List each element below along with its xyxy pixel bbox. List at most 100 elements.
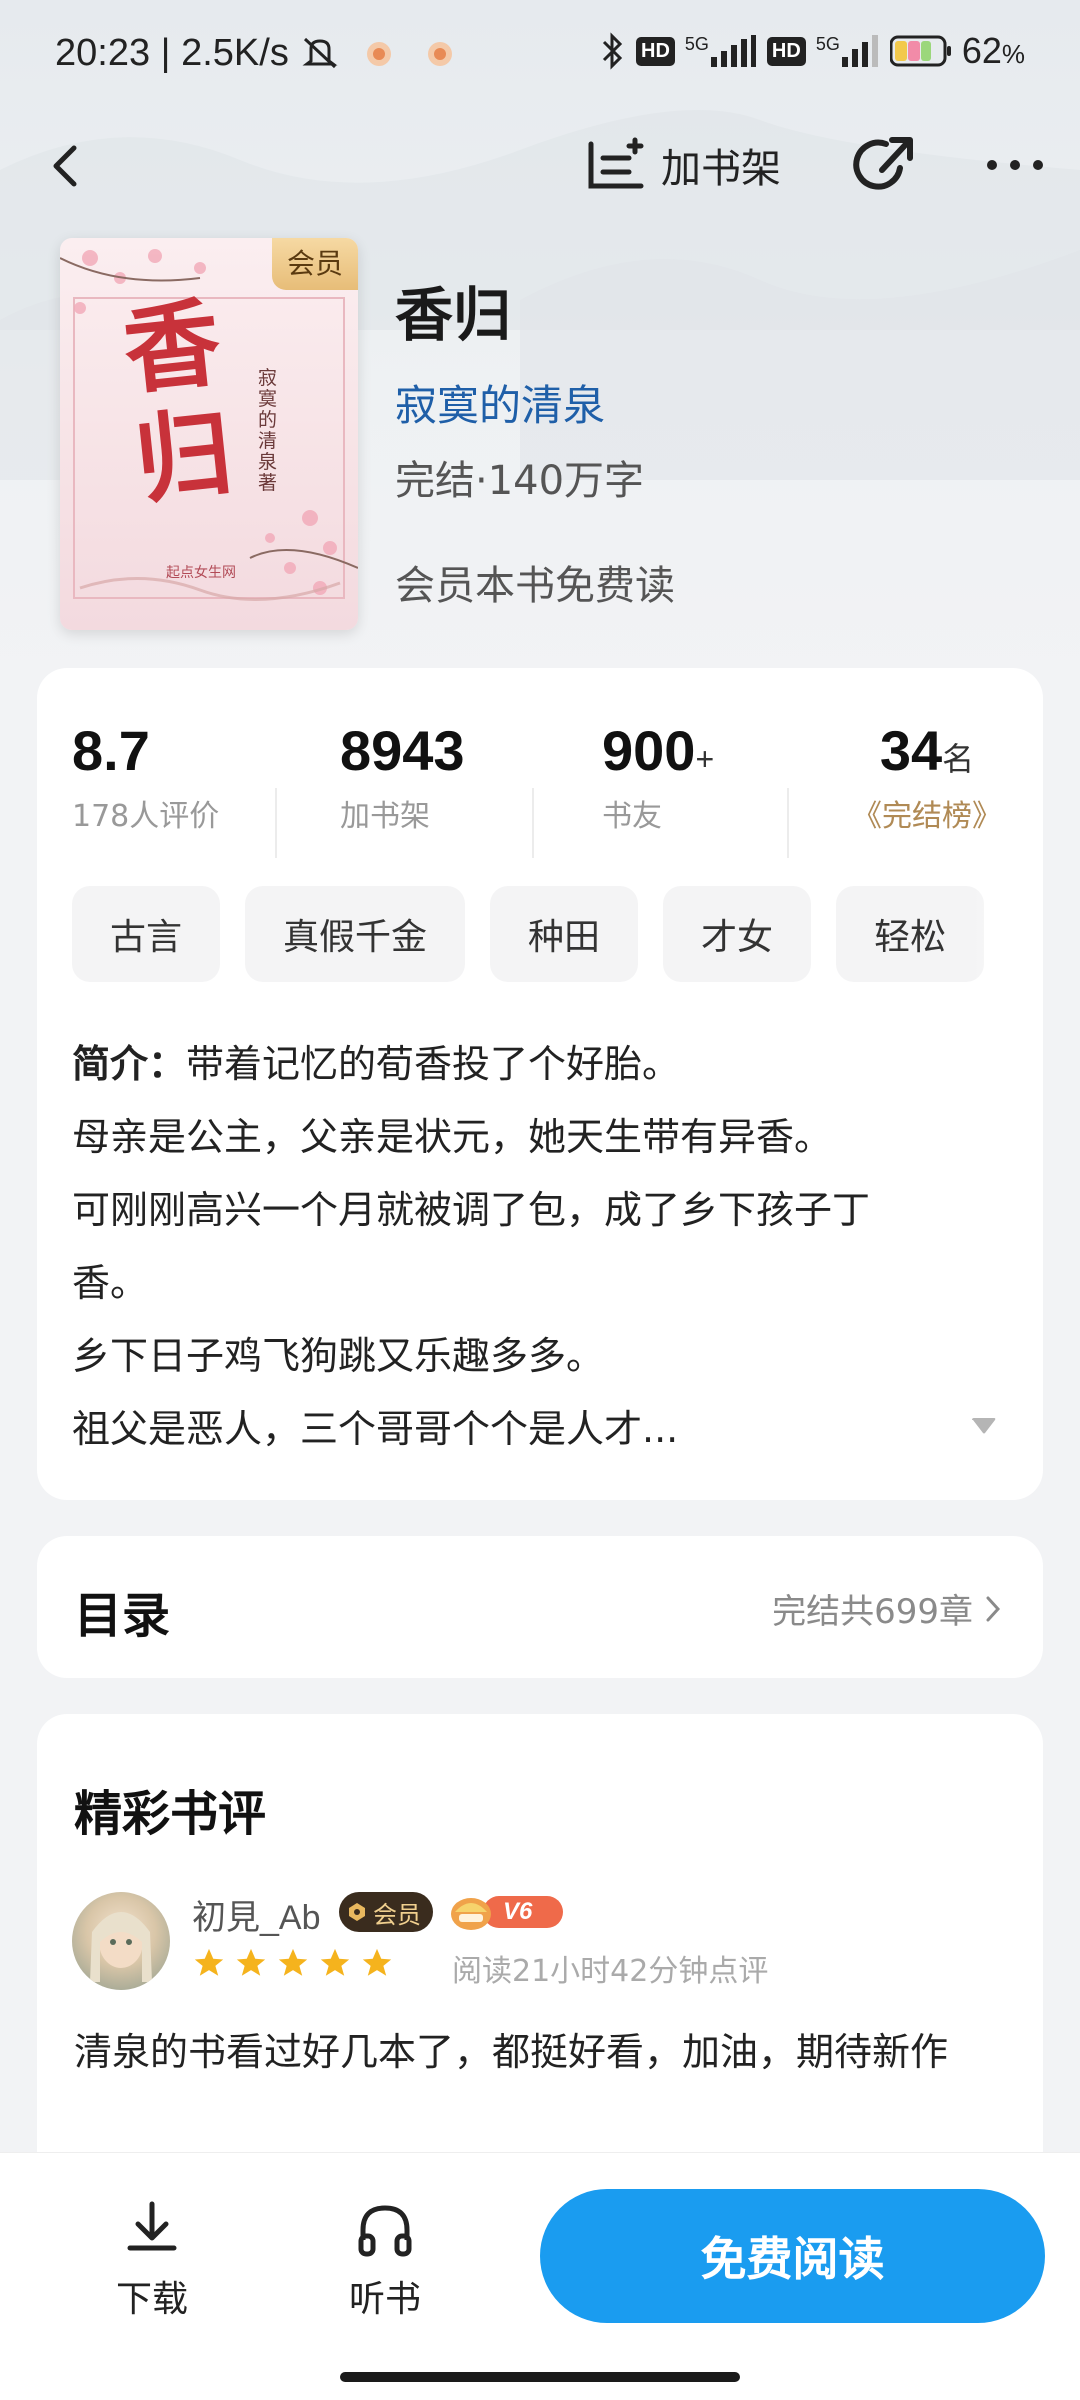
app-notification-icon [427,42,452,66]
laurel-left-icon: 《 [852,799,882,834]
app-notification-icon [366,42,391,66]
stat-label: 178人评价 [72,799,220,834]
share-icon [853,137,913,190]
separator: | [160,32,182,74]
chevron-right-icon [986,1596,1001,1621]
stats-row: 8.7 178人评价 8943 加书架 900+ 书友 34名 《完结榜》 [37,718,1043,858]
divider [275,788,277,858]
intro-line: 乡下日子鸡飞狗跳又乐趣多多。 [72,1334,605,1378]
book-cover[interactable]: 香归 寂寞的清泉著 起点女生网 会员 [60,238,358,630]
intro-line: 香。 [72,1261,149,1305]
book-status: 完结·140万字 [395,458,645,504]
rank-label: 《完结榜》 [852,799,1002,834]
bookshelf-add-icon [588,137,644,189]
stat-rank[interactable]: 34名 《完结榜》 [837,718,1017,835]
level-text: V6 [503,1898,533,1925]
headphones-icon [358,2205,412,2257]
chevron-left-icon [53,145,77,187]
free-read-button[interactable]: 免费阅读 [540,2189,1045,2323]
hd-badge: HD [636,36,675,66]
download-label: 下载 [115,2279,188,2320]
avatar[interactable] [72,1892,170,1990]
book-title: 香归 [395,281,512,349]
divider [532,788,534,858]
home-indicator[interactable] [340,2372,740,2382]
chapter-count: 完结共699章 [772,1592,973,1632]
network-type: 5G [684,34,709,54]
clock: 20:23 [55,32,151,74]
stat-value: 34名 [879,719,975,782]
share-button[interactable] [850,128,920,202]
more-button[interactable] [980,140,1050,190]
stat-shelf[interactable]: 8943 加书架 [340,718,590,835]
signal-icon: 5G [816,35,880,67]
star-icon [362,1948,392,1976]
hd-badge: HD [766,36,806,66]
stat-label: 书友 [602,799,662,834]
toc-summary: 完结共699章 [772,1584,1003,1633]
member-chip: 会员 [339,1892,433,1932]
tag-chip[interactable]: 古言 [72,886,221,982]
rating-stars [192,1946,394,1980]
stat-rating[interactable]: 8.7 178人评价 [72,718,322,835]
tag-chip[interactable]: 真假千金 [245,886,466,982]
bottom-action-bar: 下载 听书 免费阅读 [0,2152,1080,2400]
reviews-title: 精彩书评 [74,1786,267,1842]
battery-level: 62% [961,30,1025,71]
tag-chip[interactable]: 轻松 [836,886,985,982]
signal-icon: 5G [685,35,757,67]
laurel-right-icon: 》 [972,799,1002,834]
stat-value: 900+ [602,719,715,782]
intro-label: 简介： [72,1042,187,1086]
stat-label: 加书架 [340,799,430,834]
status-time: 20:23 | 2.5K/s [55,32,457,75]
listen-button[interactable]: 听书 [325,2198,445,2322]
avatar-image [90,1912,152,1982]
stat-friends[interactable]: 900+ 书友 [602,718,852,835]
download-button[interactable]: 下载 [92,2198,212,2322]
network-type: 5G [815,34,840,54]
more-icon [987,160,1043,170]
review-meta: 阅读21小时42分钟点评 [452,1954,769,1989]
level-badge: V6 [447,1890,565,1934]
member-badge: 会员 [272,238,358,290]
stat-value: 8.7 [72,719,150,782]
book-info-card: 8.7 178人评价 8943 加书架 900+ 书友 34名 《完结榜》 古言… [37,668,1043,1500]
tag-chip[interactable]: 种田 [490,886,639,982]
download-icon [127,2201,177,2251]
battery-icon [889,35,951,67]
star-icon [194,1948,224,1976]
intro-line: 祖父是恶人，三个哥哥个个是人才... [72,1407,679,1451]
author-link[interactable]: 寂寞的清泉 [395,372,605,433]
add-to-shelf-button[interactable]: 加书架 [585,128,781,202]
intro-text[interactable]: 简介：带着记忆的荀香投了个好胎。 母亲是公主，父亲是状元，她天生带有异香。 可刚… [72,1028,1012,1466]
status-right: HD 5G HD 5G 62% [600,30,1025,72]
toc-title: 目录 [74,1588,171,1644]
expand-icon[interactable] [970,1416,998,1436]
table-of-contents[interactable]: 目录 完结共699章 [37,1536,1043,1678]
stat-value: 8943 [340,719,465,782]
add-to-shelf-label: 加书架 [661,146,781,192]
member-note: 会员本书免费读 [395,563,675,609]
crown-icon [349,1903,365,1921]
intro-line: 母亲是公主，父亲是状元，她天生带有异香。 [72,1115,833,1159]
tag-list: 古言 真假千金 种田 才女 轻松 [72,886,985,982]
back-button[interactable] [40,130,90,200]
cover-author: 寂寞的清泉著 [258,367,278,494]
intro-line: 简介：带着记忆的荀香投了个好胎。 [72,1042,681,1086]
mute-icon [302,37,338,69]
tags-fade [973,886,1043,982]
tag-chip[interactable]: 才女 [663,886,812,982]
star-icon [236,1948,266,1976]
bluetooth-icon [602,32,623,70]
listen-label: 听书 [348,2279,421,2320]
network-speed: 2.5K/s [181,32,289,74]
reviewer-name[interactable]: 初見_Ab [192,1890,321,1939]
star-icon [278,1948,308,1976]
star-icon [320,1948,350,1976]
status-bar: 20:23 | 2.5K/s HD 5G HD 5G 62% [0,0,1080,110]
divider [787,788,789,858]
cover-publisher: 起点女生网 [166,565,236,581]
review-text[interactable]: 清泉的书看过好几本了，都挺好看，加油，期待新作 [74,2016,1014,2088]
intro-line: 可刚刚高兴一个月就被调了包，成了乡下孩子丁 [72,1188,871,1232]
